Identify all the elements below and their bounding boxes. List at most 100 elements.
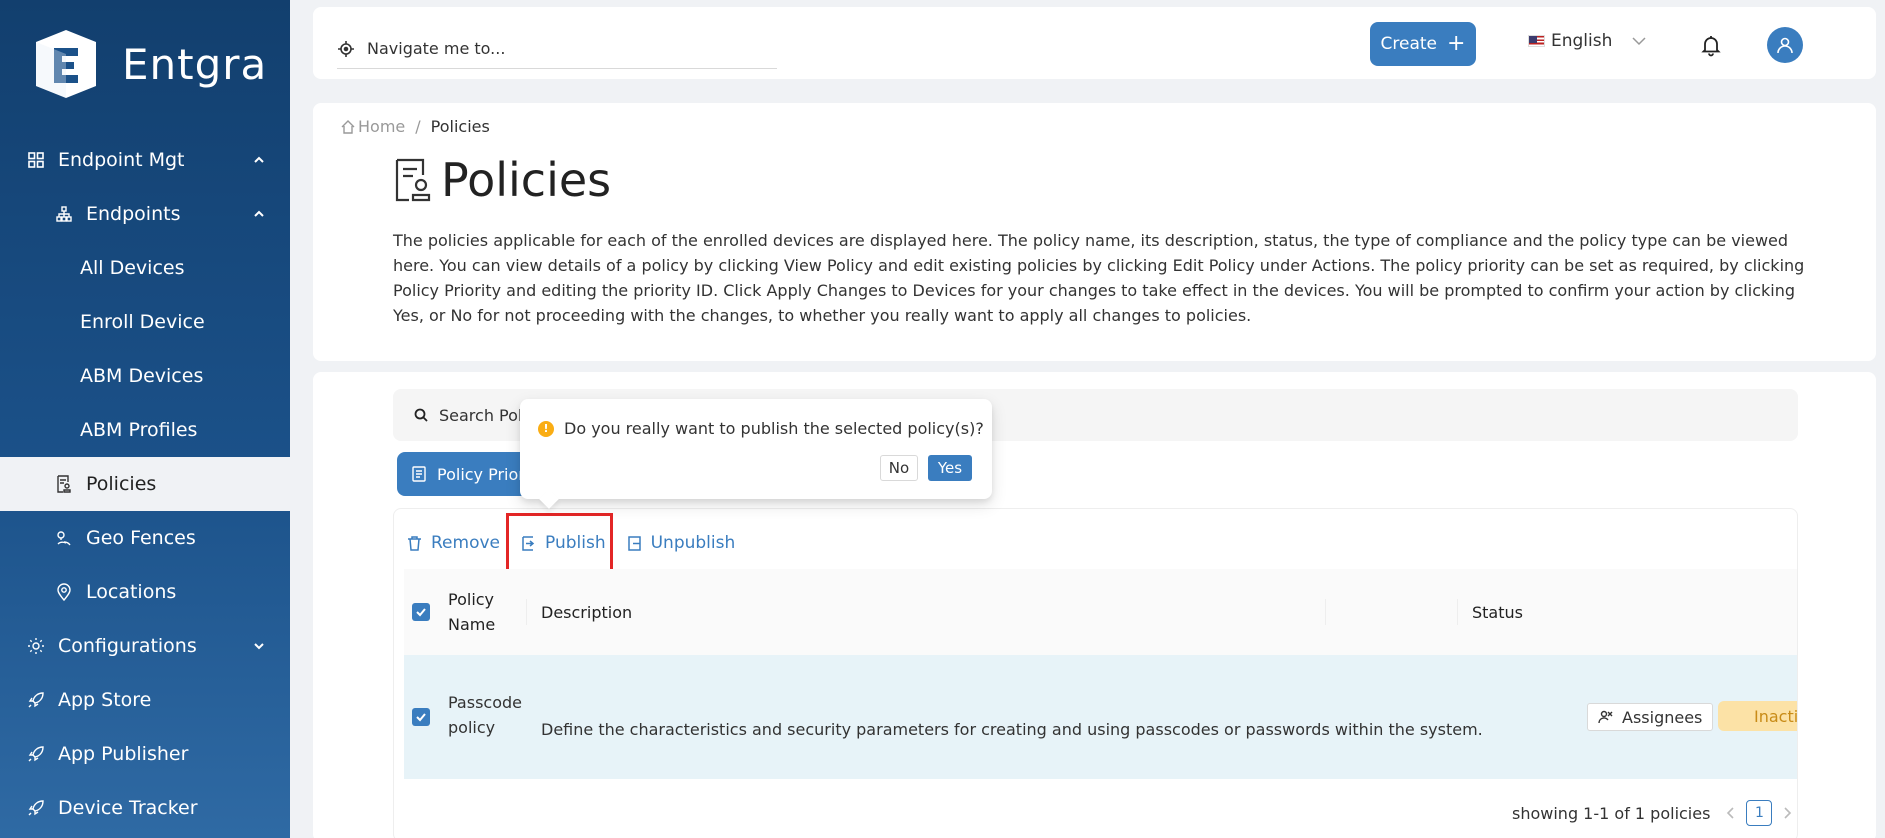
page-number[interactable]: 1 [1746, 800, 1773, 826]
chevron-right-icon[interactable] [1780, 806, 1794, 820]
chevron-up-icon [254, 210, 264, 217]
sidebar-item-endpoint-mgt[interactable]: Endpoint Mgt [0, 133, 290, 187]
avatar[interactable] [1767, 27, 1803, 63]
top-bar: Navigate me to... Create + English [313, 7, 1876, 79]
brand-name: Entgra [122, 39, 268, 89]
navigate-placeholder: Navigate me to... [367, 39, 506, 58]
search-placeholder: Search Pol [439, 405, 523, 425]
chevron-up-icon [254, 156, 264, 163]
publish-button[interactable]: Publish [520, 533, 606, 553]
page-title-text: Policies [441, 153, 612, 207]
language-label: English [1551, 31, 1613, 51]
publish-label: Publish [545, 533, 606, 553]
publish-confirm-popover: ! Do you really want to publish the sele… [520, 399, 992, 509]
sidebar-item-label: Enroll Device [80, 311, 205, 333]
warning-icon: ! [538, 420, 554, 437]
column-divider [1457, 599, 1458, 625]
rocket-icon [26, 798, 46, 818]
column-divider [526, 599, 527, 625]
create-button[interactable]: Create + [1370, 22, 1476, 66]
sidebar-item-locations[interactable]: Locations [0, 565, 290, 619]
header-text: Name [448, 615, 496, 634]
sidebar-item-device-tracker[interactable]: Device Tracker [0, 781, 290, 835]
create-button-label: Create [1380, 34, 1438, 54]
page-title: Policies [393, 153, 611, 207]
remove-label: Remove [431, 533, 500, 553]
plus-icon: + [1447, 31, 1466, 56]
column-header-policy-name[interactable]: Policy Name [448, 569, 495, 655]
column-header-description[interactable]: Description [541, 569, 632, 655]
sidebar-item-label: Geo Fences [86, 527, 196, 549]
sidebar-item-all-devices[interactable]: All Devices [0, 241, 290, 295]
language-selector[interactable]: English [1528, 31, 1648, 51]
column-header-status[interactable]: Status [1472, 569, 1523, 655]
sidebar-item-label: ABM Devices [80, 365, 204, 387]
sidebar-item-abm-devices[interactable]: ABM Devices [0, 349, 290, 403]
breadcrumb-home[interactable]: Home [340, 117, 405, 136]
pagination-summary: showing 1-1 of 1 policies [1512, 803, 1711, 823]
unpublish-button[interactable]: Unpublish [626, 533, 736, 553]
breadcrumb-separator: / [415, 117, 421, 136]
user-icon [1777, 37, 1793, 54]
policy-icon [412, 466, 426, 482]
breadcrumb: Home / Policies [340, 117, 490, 136]
sidebar-item-label: Endpoints [86, 203, 181, 225]
sidebar-item-label: Configurations [58, 635, 197, 657]
logo[interactable]: Entgra [30, 28, 267, 100]
select-all-checkbox[interactable] [412, 569, 430, 655]
table-header: Policy Name Description Status [404, 569, 1797, 655]
chevron-left-icon[interactable] [1724, 806, 1738, 820]
bulk-actions: Remove Publish Unpublish [406, 533, 755, 553]
sidebar-item-label: Policies [86, 473, 157, 495]
policy-name-text: Passcode [448, 693, 522, 712]
policies-table: Remove Publish Unpublish Policy Name Des… [393, 508, 1798, 838]
header-text: Policy [448, 590, 495, 609]
home-icon [341, 119, 355, 134]
sidebar-item-abm-profiles[interactable]: ABM Profiles [0, 403, 290, 457]
unpublish-label: Unpublish [650, 533, 736, 553]
entgra-logo-icon [36, 30, 96, 98]
checkbox-checked-icon [412, 708, 430, 726]
unpublish-icon [627, 535, 641, 551]
sidebar-item-policies[interactable]: Policies [0, 457, 290, 511]
table-row[interactable]: Passcode policy Define the characteristi… [404, 655, 1797, 779]
header-text: Description [541, 602, 633, 622]
confirm-message: ! Do you really want to publish the sele… [538, 419, 984, 438]
remove-button[interactable]: Remove [406, 533, 500, 553]
sidebar-item-enroll-device[interactable]: Enroll Device [0, 295, 290, 349]
sidebar-item-app-store[interactable]: App Store [0, 673, 290, 727]
policy-name-cell: Passcode policy [448, 690, 522, 740]
policy-name-text: policy [448, 718, 496, 737]
pagination: showing 1-1 of 1 policies 1 [1512, 800, 1802, 826]
geofence-icon [54, 528, 74, 548]
us-flag-icon [1528, 35, 1545, 47]
page-header: Home / Policies Policies The policies ap… [313, 103, 1876, 361]
status-badge: Inactive [1718, 701, 1797, 731]
sidebar-item-geo-fences[interactable]: Geo Fences [0, 511, 290, 565]
chevron-down-icon [254, 643, 264, 650]
sidebar-item-label: All Devices [80, 257, 185, 279]
breadcrumb-home-label: Home [358, 117, 406, 136]
assignees-button[interactable]: Assignees [1587, 703, 1714, 731]
sidebar-item-label: App Publisher [58, 743, 189, 765]
chevron-down-icon [1632, 37, 1646, 46]
sidebar: Entgra Endpoint Mgt Endpoints All Device… [0, 0, 290, 838]
confirm-message-text: Do you really want to publish the select… [564, 419, 984, 438]
confirm-no-button[interactable]: No [880, 455, 918, 481]
trash-icon [408, 535, 421, 551]
bell-icon[interactable] [1699, 33, 1723, 57]
search-icon [414, 408, 428, 422]
location-icon [54, 582, 74, 602]
confirm-yes-button[interactable]: Yes [928, 455, 972, 481]
policy-icon [54, 474, 74, 494]
page-description: The policies applicable for each of the … [393, 231, 1805, 325]
sidebar-item-endpoints[interactable]: Endpoints [0, 187, 290, 241]
rocket-icon [26, 744, 46, 764]
sidebar-item-configurations[interactable]: Configurations [0, 619, 290, 673]
sidebar-item-label: App Store [58, 689, 152, 711]
row-checkbox[interactable] [412, 708, 430, 726]
sidebar-item-app-publisher[interactable]: App Publisher [0, 727, 290, 781]
navigate-input[interactable]: Navigate me to... [337, 29, 777, 69]
grid-icon [26, 150, 46, 170]
hierarchy-icon [54, 204, 74, 224]
